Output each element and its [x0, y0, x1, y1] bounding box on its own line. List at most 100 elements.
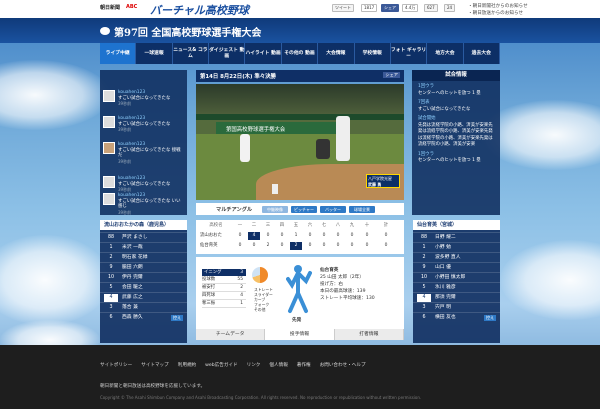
baseball-cap-icon: [100, 27, 110, 35]
nav-school[interactable]: 学校情報: [355, 43, 391, 64]
bench-button[interactable]: 控え: [484, 315, 496, 321]
scoreboard-cell: 0: [322, 243, 326, 248]
lineup-row[interactable]: 6 横田 友也 控え: [413, 312, 500, 322]
notice-asahi[interactable]: ・朝日新聞社からのお知らせ: [468, 3, 528, 9]
scoreboard-header: 六: [307, 223, 313, 228]
scoreboard-header: 十: [364, 223, 370, 228]
abc-logo[interactable]: ABC: [126, 4, 137, 10]
nav-tournament[interactable]: 大会情報: [318, 43, 355, 64]
asahi-logo[interactable]: 朝日新聞: [100, 4, 120, 11]
angle-pitcher-button[interactable]: ピッチャー: [291, 206, 317, 213]
scoreboard-cell: 0: [238, 233, 242, 238]
avatar: [103, 193, 115, 205]
scoreboard-cell: 2: [290, 242, 302, 250]
lineup-row[interactable]: 3 宍戸 明: [413, 302, 500, 312]
avatar: [103, 176, 115, 188]
footer: サイトポリシー サイトマップ 利用規約 web広告ガイド リンク 個人情報 著作…: [0, 345, 600, 409]
tab-team-data[interactable]: チームデータ: [196, 329, 266, 340]
footer-link[interactable]: サイトポリシー: [100, 362, 132, 368]
line-count[interactable]: 24: [444, 4, 456, 12]
top-bar: 朝日新聞 ABC バーチャル高校野球 ツイート 1817 シェア 4.4万 62…: [0, 0, 600, 18]
lineup-row[interactable]: 6 西森 勝久 控え: [100, 312, 187, 322]
scoreboard-cell: 4: [248, 232, 260, 240]
footer-link[interactable]: 著作権: [297, 362, 311, 368]
game-header: 第14日 8月22日(木) 準々決勝 シェア: [196, 70, 404, 82]
footer-link[interactable]: お問い合わせ・ヘルプ: [320, 362, 366, 368]
scoreboard-header: 八: [335, 223, 341, 228]
lineup-row[interactable]: 88 芦沢 まさし: [100, 232, 187, 242]
nav-live[interactable]: ライブ中継: [100, 43, 137, 64]
tournament-banner: [0, 18, 600, 43]
footer-link[interactable]: サイトマップ: [141, 362, 169, 368]
notice-abc[interactable]: ・朝日放送からのお知らせ: [468, 10, 523, 16]
commentary-panel[interactable]: 試合情報 1回ウラ センターへのヒットを放つ 1 塁 7回表 すごい試合になって…: [412, 70, 500, 215]
lineup-row[interactable]: 5 会田 暖之: [100, 282, 187, 292]
tv-caption: 八戸学院光星 武藤 勇: [366, 174, 400, 188]
facebook-share-button[interactable]: シェア: [383, 72, 400, 78]
angle-batter-button[interactable]: バッター: [320, 206, 346, 213]
scoreboard-cell: 0: [384, 243, 388, 248]
avatar: [103, 116, 115, 128]
lineup-row[interactable]: 3 落合 兼: [100, 302, 187, 312]
fielder-figure: [272, 184, 278, 194]
lineup-row[interactable]: 10 伊丹 完爾: [100, 272, 187, 282]
umpire-figure: [316, 139, 330, 159]
chat-item: kouahen123 すごい試合になってきたな 39秒前: [103, 116, 185, 138]
nav-photo[interactable]: フォト ギャラリー: [391, 43, 428, 64]
scoreboard-team: 仙台育英: [200, 243, 218, 248]
scoreboard-wall: 第国高校野球選手権大会: [216, 122, 336, 134]
tab-batter-info[interactable]: 打者情報: [335, 329, 404, 340]
angle-stadium-button[interactable]: 球場全景: [349, 206, 375, 213]
nav-other-video[interactable]: その他の 動画: [282, 43, 319, 64]
scoreboard-cell: 0: [336, 233, 340, 238]
lineup-row[interactable]: 10 小野田 慎太郎: [413, 272, 500, 282]
right-team-lineup: 仙台育英（宮城） 88 日野 耀二 1 小野 勉 2 波多野 直人 9 山口 優 10 小…: [413, 220, 500, 343]
scoreboard-header: 計: [383, 223, 389, 228]
chat-item: kouahen123 すごい試合になってきたな いい感じ 39秒前: [103, 193, 185, 215]
pitcher-profile: 仙台育英 25 山田 太郎（2年） 投げ方：右 本日の最高球速：139 ストレー…: [320, 268, 375, 301]
lineup-row[interactable]: 9 脇田 六朗: [100, 262, 187, 272]
nav-highlight[interactable]: ハイライト 動画: [245, 43, 282, 64]
lineup-row[interactable]: 4 那須 完爾: [413, 292, 500, 302]
footer-link[interactable]: リンク: [247, 362, 261, 368]
angle-broadcast-button[interactable]: 中継映像: [262, 206, 288, 213]
facebook-count: 4.4万: [402, 4, 419, 12]
chat-panel[interactable]: kouahen123 すごい試合になってきたな 39秒前 kouahen123 す…: [100, 70, 187, 215]
footer-link[interactable]: 利用規約: [178, 362, 196, 368]
left-team-name: 流山おおたかの森（鹿児島）: [100, 220, 187, 230]
site-title[interactable]: バーチャル高校野球: [150, 2, 249, 18]
live-video[interactable]: 第国高校野球選手権大会 八戸学院光星 武藤 勇: [196, 84, 404, 200]
lineup-row[interactable]: 9 山口 優: [413, 262, 500, 272]
lineup-row[interactable]: 2 波多野 直人: [413, 252, 500, 262]
lineup-row[interactable]: 2 明石家 花緑: [100, 252, 187, 262]
scoreboard-cell: 0: [252, 243, 256, 248]
scoreboard-cell: 0: [336, 243, 340, 248]
scoreboard-header: 九: [349, 223, 355, 228]
lineup-row[interactable]: 88 日野 耀二: [413, 232, 500, 242]
tab-pitcher-info[interactable]: 投手情報: [265, 329, 335, 340]
facebook-share-button[interactable]: シェア: [381, 4, 399, 12]
nav-digest[interactable]: ダイジェスト 動画: [209, 43, 246, 64]
lineup-row[interactable]: 4 武藤 広之: [100, 292, 187, 302]
tweet-button[interactable]: ツイート: [332, 4, 354, 12]
nav-regional[interactable]: 地方大会: [427, 43, 464, 64]
scoreboard-header: 二: [251, 223, 257, 228]
scoreboard: 高校名 一 二 三 四 五 六 七 八 九 十 計流山おおた 0 4 0 0 1 0 0 0 0 0 0 仙台育英 0 0 2 0 2 0…: [196, 220, 404, 254]
nav-pitch-by-pitch[interactable]: 一球速報: [136, 43, 173, 64]
scoreboard-header: 三: [265, 223, 271, 228]
lineup-row[interactable]: 1 小野 勉: [413, 242, 500, 252]
nav-past[interactable]: 過去大会: [464, 43, 500, 64]
data-tabs: チームデータ 投手情報 打者情報: [196, 329, 404, 340]
scoreboard-cell: 0: [238, 243, 242, 248]
footer-link[interactable]: 個人情報: [269, 362, 287, 368]
commentary-title: 試合情報: [412, 70, 500, 81]
multi-angle-bar: マルチアングル 中継映像 ピッチャー バッター 球場全景: [196, 203, 404, 215]
scoreboard-cell: 0: [308, 233, 312, 238]
lineup-row[interactable]: 1 米沢 一哉: [100, 242, 187, 252]
nav-news[interactable]: ニュース& コラム: [173, 43, 210, 64]
footer-link[interactable]: web広告ガイド: [205, 362, 237, 368]
lineup-row[interactable]: 5 氷川 雅彦: [413, 282, 500, 292]
bench-button[interactable]: 控え: [171, 315, 183, 321]
hatena-count[interactable]: 627: [424, 4, 438, 12]
pitcher-role: 先発: [292, 318, 302, 323]
